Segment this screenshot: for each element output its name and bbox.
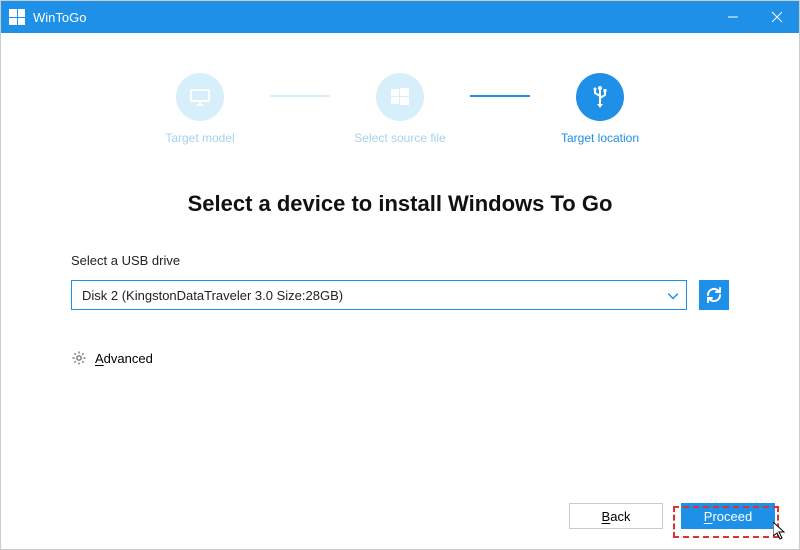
refresh-icon — [705, 286, 723, 304]
content-area: Target model Select source file Target l… — [1, 33, 799, 366]
page-heading: Select a device to install Windows To Go — [61, 191, 739, 217]
chevron-down-icon — [668, 288, 678, 303]
step-connector — [270, 95, 330, 97]
app-logo-icon — [9, 9, 25, 25]
step-label: Select source file — [354, 131, 445, 145]
usb-drive-selected-value: Disk 2 (KingstonDataTraveler 3.0 Size:28… — [82, 288, 343, 303]
step-label: Target model — [165, 131, 234, 145]
footer-actions: Back Proceed — [569, 503, 775, 529]
monitor-icon — [176, 73, 224, 121]
step-select-source: Select source file — [330, 73, 470, 145]
minimize-button[interactable] — [711, 1, 755, 33]
stepper: Target model Select source file Target l… — [61, 73, 739, 145]
step-target-model: Target model — [130, 73, 270, 145]
usb-drive-select[interactable]: Disk 2 (KingstonDataTraveler 3.0 Size:28… — [71, 280, 687, 310]
advanced-label: Advanced — [95, 351, 153, 366]
minimize-icon — [727, 11, 739, 23]
cursor-icon — [773, 522, 789, 542]
back-button[interactable]: Back — [569, 503, 663, 529]
gear-icon — [71, 350, 87, 366]
refresh-button[interactable] — [699, 280, 729, 310]
step-label: Target location — [561, 131, 639, 145]
step-connector — [470, 95, 530, 97]
app-title: WinToGo — [33, 10, 86, 25]
close-icon — [771, 11, 783, 23]
advanced-link[interactable]: Advanced — [71, 350, 729, 366]
usb-icon — [576, 73, 624, 121]
windows-icon — [376, 73, 424, 121]
close-button[interactable] — [755, 1, 799, 33]
step-target-location: Target location — [530, 73, 670, 145]
proceed-button[interactable]: Proceed — [681, 503, 775, 529]
usb-drive-label: Select a USB drive — [71, 253, 729, 268]
titlebar: WinToGo — [1, 1, 799, 33]
